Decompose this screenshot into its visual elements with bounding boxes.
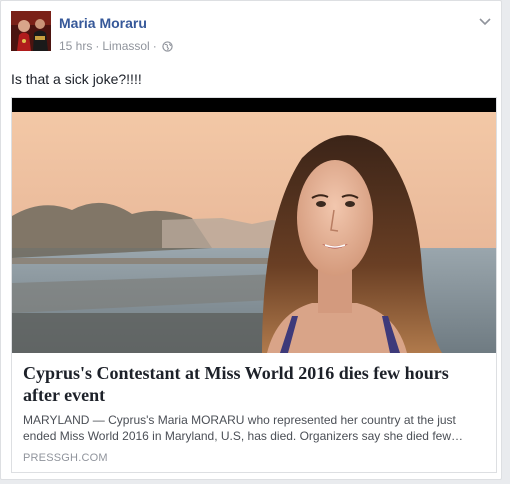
link-preview-image[interactable] bbox=[12, 98, 496, 353]
post-meta: 15 hrs · Limassol · bbox=[59, 39, 173, 53]
post-text: Is that a sick joke?!!!! bbox=[11, 71, 142, 87]
link-domain: PRESSGH.COM bbox=[23, 452, 108, 464]
avatar[interactable] bbox=[11, 11, 51, 51]
location-link[interactable]: Limassol bbox=[102, 39, 149, 53]
timestamp[interactable]: 15 hrs bbox=[59, 39, 92, 53]
globe-icon[interactable] bbox=[162, 40, 173, 52]
link-description: MARYLAND — Cyprus's Maria MORARU who rep… bbox=[23, 413, 463, 443]
link-preview-body[interactable]: Cyprus's Contestant at Miss World 2016 d… bbox=[12, 354, 496, 472]
chevron-down-icon[interactable] bbox=[477, 15, 493, 29]
meta-separator: · bbox=[152, 39, 157, 53]
meta-separator: · bbox=[95, 39, 100, 53]
facebook-post: Maria Moraru 15 hrs · Limassol · Is that… bbox=[0, 0, 502, 480]
author-name[interactable]: Maria Moraru bbox=[59, 15, 147, 31]
link-title[interactable]: Cyprus's Contestant at Miss World 2016 d… bbox=[23, 362, 485, 406]
link-preview-card[interactable]: Cyprus's Contestant at Miss World 2016 d… bbox=[11, 97, 497, 473]
